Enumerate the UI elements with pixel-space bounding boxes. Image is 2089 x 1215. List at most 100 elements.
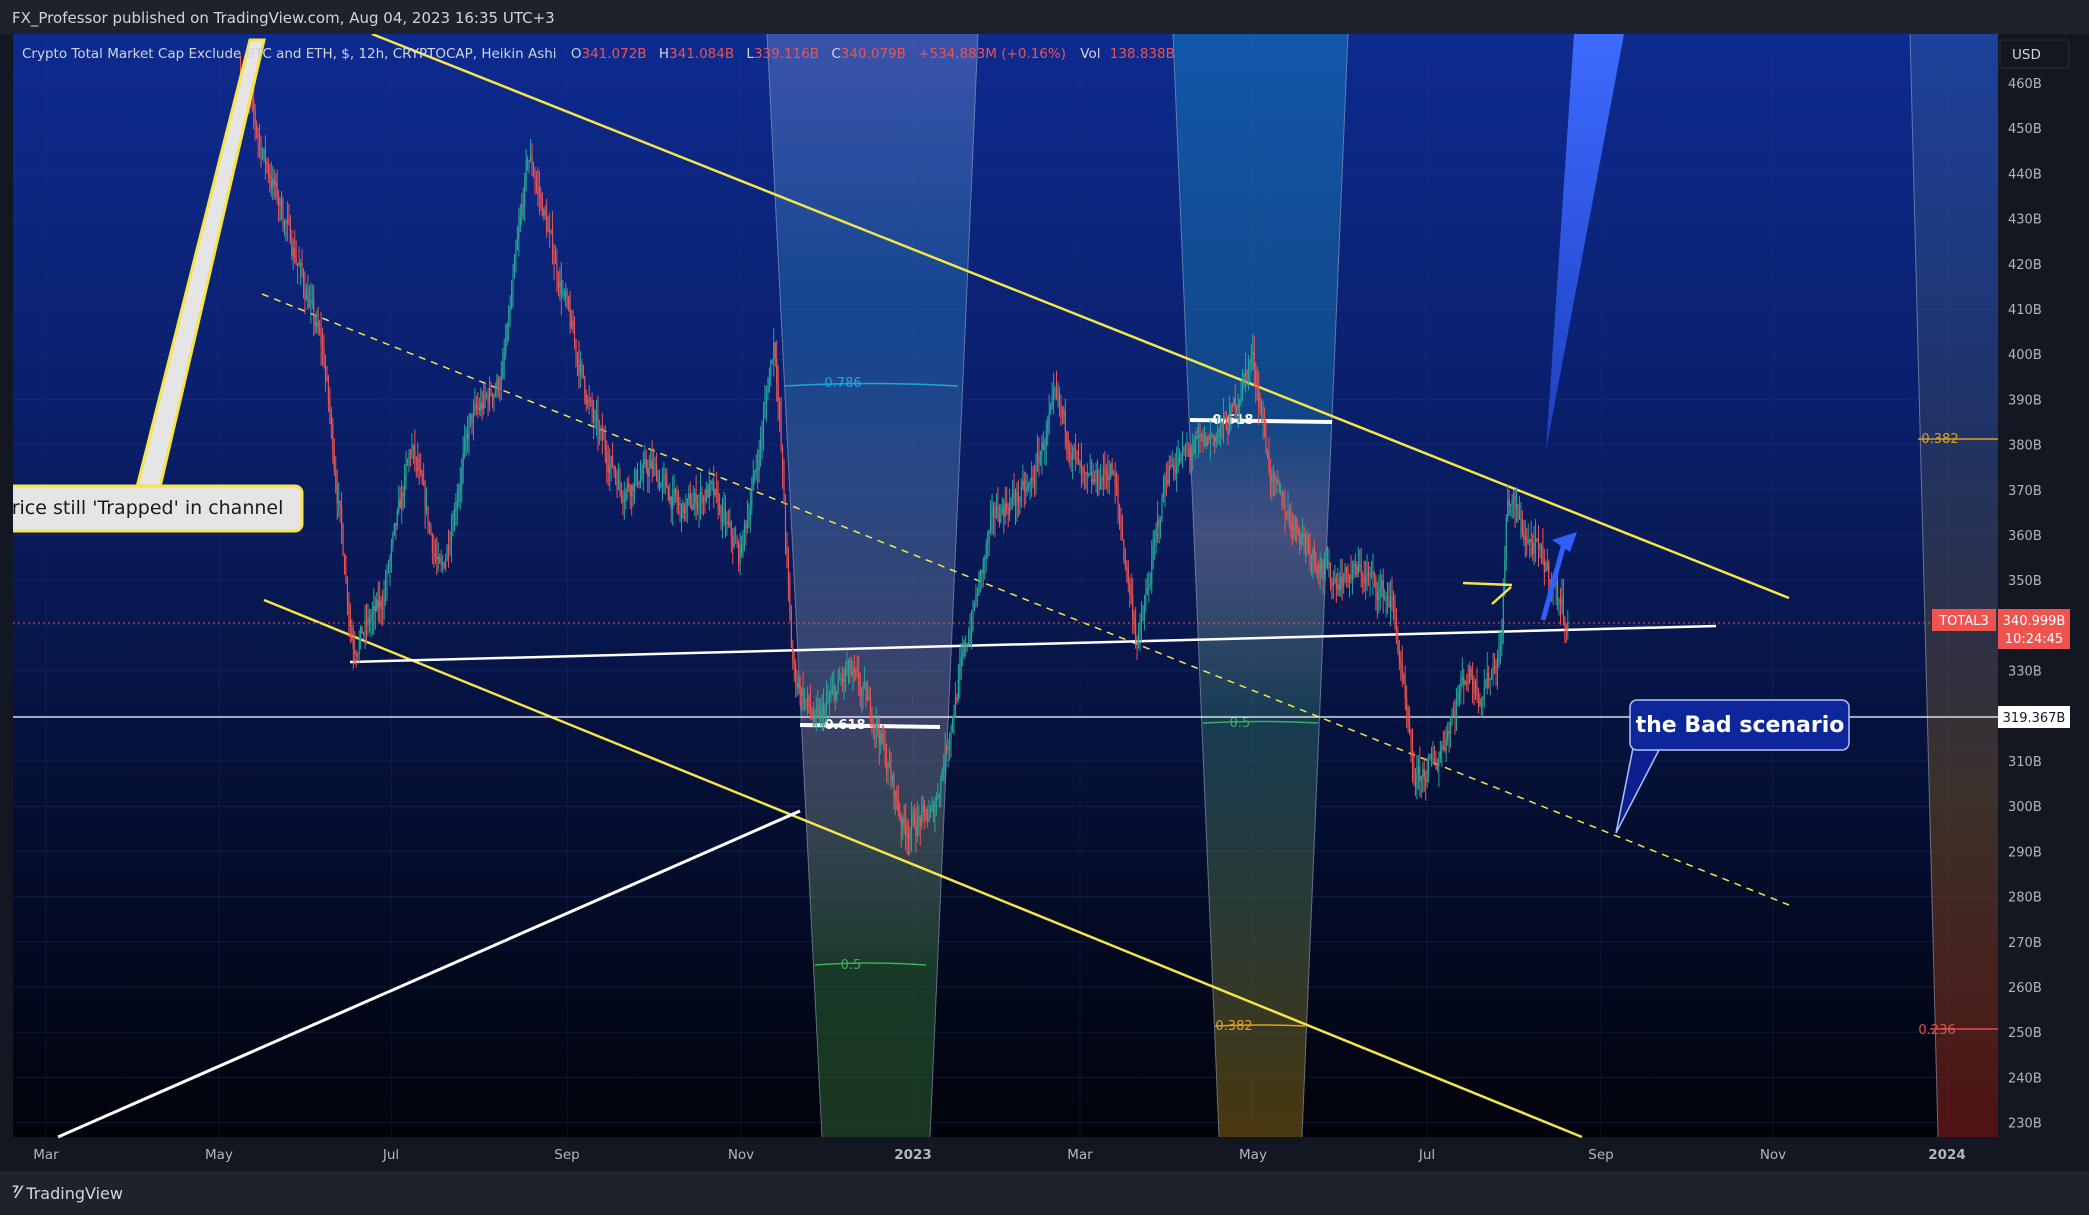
candle-body <box>1448 730 1450 735</box>
candle-body <box>1451 715 1453 725</box>
price-tag-symbol: TOTAL3 <box>1938 614 1989 629</box>
candle-body <box>976 594 978 596</box>
candle-body <box>1174 470 1176 474</box>
candle-body <box>1032 477 1034 483</box>
candle-body <box>380 600 382 609</box>
candle-body <box>1088 473 1090 475</box>
candle-body <box>527 160 529 162</box>
currency-button[interactable]: USD <box>1999 39 2070 69</box>
candle-body <box>762 416 765 435</box>
candle-body <box>994 514 996 518</box>
tradingview-brand[interactable]: ⁷⁄ TradingView <box>12 1183 123 1203</box>
candle-body <box>256 123 258 134</box>
candle-body <box>888 762 891 768</box>
candle-body <box>582 364 584 377</box>
candle-body <box>1255 370 1257 386</box>
candle-body <box>1299 533 1301 545</box>
candle-body <box>1328 562 1330 569</box>
candle-body <box>1354 564 1356 567</box>
candle-body <box>1280 490 1282 492</box>
candle-body <box>1357 564 1359 575</box>
candle-body <box>456 501 458 509</box>
candle-body <box>1190 455 1192 457</box>
candle-body <box>282 216 284 228</box>
candle-body <box>1241 381 1244 398</box>
candle-body <box>965 642 967 647</box>
candle-body <box>352 641 354 650</box>
candle-body <box>963 642 965 654</box>
candle-body <box>732 535 734 547</box>
candle-body <box>543 209 545 216</box>
x-tick-label: May <box>205 1147 233 1163</box>
candle-body <box>1098 483 1100 489</box>
candle-body <box>540 195 542 198</box>
candle-body <box>1127 566 1129 584</box>
candle-body <box>752 474 754 491</box>
candle-body <box>1120 517 1122 531</box>
candle-body <box>1050 405 1052 414</box>
candle-body <box>913 812 915 828</box>
chart-area[interactable]: 0.786 0.618 0.5 0.618 0.5 0.382 0.382 0.… <box>13 34 2075 1171</box>
candle-body <box>483 394 485 409</box>
candle-body <box>597 414 599 433</box>
candle-body <box>572 320 574 333</box>
fib-label: 0.5 <box>841 958 862 973</box>
candle-body <box>699 491 702 503</box>
candle-body <box>390 545 392 559</box>
candle-body <box>465 433 467 439</box>
candle-body <box>894 791 896 798</box>
y-tick-label: 350B <box>2008 574 2042 589</box>
candle-body <box>906 834 908 836</box>
candle-body <box>304 286 306 300</box>
candle-body <box>414 445 416 459</box>
candle-body <box>905 822 907 835</box>
candle-body <box>932 805 935 818</box>
candle-body <box>1212 435 1214 437</box>
candle-body <box>1077 452 1080 465</box>
candle-body <box>1480 699 1482 706</box>
candle-body <box>603 439 605 441</box>
candle-body <box>1313 550 1315 556</box>
candle-body <box>275 181 277 186</box>
candle-body <box>554 261 557 264</box>
candle-body <box>519 215 521 228</box>
candle-body <box>474 404 476 413</box>
candle-body <box>484 394 486 396</box>
candle-body <box>899 811 901 819</box>
candle-body <box>833 686 835 689</box>
candle-body <box>1473 684 1475 694</box>
candle-body <box>382 608 384 610</box>
candle-body <box>1287 511 1289 519</box>
candle-body <box>739 544 741 563</box>
candle-body <box>305 293 308 300</box>
candle-body <box>951 721 954 727</box>
candle-body <box>1252 352 1254 356</box>
candle-body <box>1262 419 1264 421</box>
candle-body <box>1007 507 1009 515</box>
candle-body <box>768 376 770 393</box>
candle-body <box>636 469 639 482</box>
candle-body <box>1534 538 1537 543</box>
candle-body <box>384 587 387 595</box>
candle-body <box>324 365 327 376</box>
candle-body <box>1315 555 1317 566</box>
candle-body <box>557 276 560 288</box>
candle-body <box>1173 464 1175 471</box>
candle-body <box>1356 566 1358 575</box>
candle-body <box>1113 474 1115 476</box>
symbol-legend[interactable]: Crypto Total Market Cap Exclude BTC and … <box>22 46 1175 62</box>
candle-body <box>442 562 444 564</box>
candle-body <box>1457 699 1459 701</box>
candle-body <box>434 552 436 557</box>
candle-body <box>814 712 816 722</box>
candle-body <box>623 501 625 503</box>
candle-body <box>1447 730 1449 739</box>
candle-body <box>1505 518 1507 560</box>
candle-body <box>1215 437 1217 443</box>
candle-body <box>595 414 598 418</box>
candle-body <box>1180 453 1182 462</box>
candle-body <box>919 817 921 826</box>
candle-body <box>487 394 489 404</box>
candle-body <box>937 796 939 798</box>
candle-body <box>1061 406 1063 415</box>
